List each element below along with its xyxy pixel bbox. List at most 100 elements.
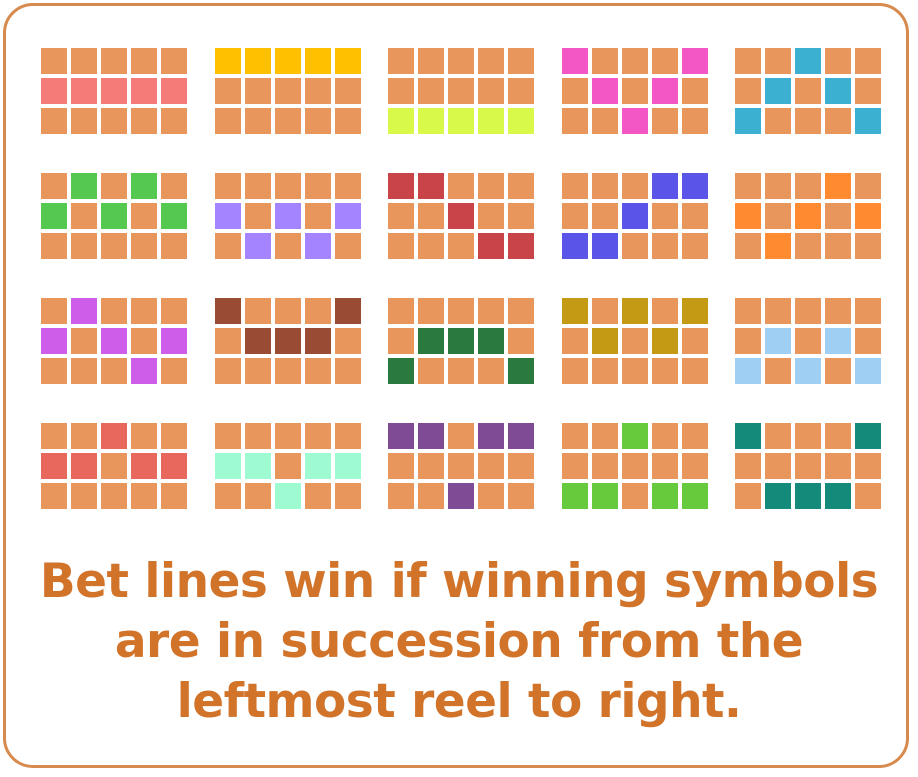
line-cell [621,453,648,479]
line-cell [765,108,791,134]
line-cell [765,423,791,449]
line-cell-active [795,483,821,509]
line-cell [735,78,761,104]
line-cell [244,298,271,324]
line-cell [508,298,534,324]
line-cell [101,173,127,199]
line-cell [561,78,588,104]
line-cell-active [161,203,187,229]
line-cell [131,483,157,509]
line-cell [651,233,678,259]
line-cell [795,423,821,449]
line-cell [41,483,67,509]
line-cell [244,203,271,229]
line-cell [304,78,331,104]
line-cell-active [274,328,301,354]
line-cell-active [418,108,444,134]
line-cell [101,358,127,384]
line-cell [561,453,588,479]
line-cell [765,453,791,479]
line-cell-active [825,483,851,509]
line-cell-active [591,328,618,354]
line-cell [131,233,157,259]
line-cell [478,173,504,199]
line-cell [41,173,67,199]
line-cell [41,48,67,74]
line-cell-active [304,328,331,354]
line-cell [101,48,127,74]
line-cell-active [274,483,301,509]
line-cell [304,483,331,509]
line-cell [561,423,588,449]
line-cell-active [41,328,67,354]
line-cell [418,78,444,104]
line-cell-active [621,203,648,229]
line-cell [418,298,444,324]
line-cell-active [418,173,444,199]
line-cell [735,453,761,479]
line-cell [101,108,127,134]
line-cell [621,78,648,104]
line-cell-active [71,173,97,199]
line-cell-active [131,358,157,384]
line-cell-active [214,298,241,324]
line-cell [334,233,361,259]
rules-caption: Bet lines win if winning symbols are in … [0,552,918,732]
line-cell-active [855,108,881,134]
line-cell-active [131,173,157,199]
line-cell-active [561,48,588,74]
line-cell-active [735,203,761,229]
line-cell-active [334,298,361,324]
bet-line-12 [214,298,361,388]
line-cell [418,483,444,509]
line-cell [448,173,474,199]
line-cell [825,203,851,229]
line-cell [508,78,534,104]
line-cell-active [508,423,534,449]
line-cell [214,328,241,354]
bet-lines-grid [41,48,881,518]
line-cell-active [161,78,187,104]
line-cell [304,298,331,324]
line-cell [508,328,534,354]
line-cell [735,48,761,74]
line-cell [274,453,301,479]
line-cell [214,173,241,199]
line-cell [765,48,791,74]
line-cell [161,483,187,509]
line-cell [131,328,157,354]
line-cell [591,358,618,384]
line-cell [508,203,534,229]
line-cell [274,233,301,259]
line-cell-active [41,203,67,229]
line-cell [735,233,761,259]
bet-line-3 [388,48,534,138]
line-cell-active [274,48,301,74]
line-cell-active [591,233,618,259]
line-cell [795,78,821,104]
line-cell [214,108,241,134]
line-cell-active [508,358,534,384]
line-cell-active [651,78,678,104]
line-cell-active [765,233,791,259]
line-cell [855,483,881,509]
line-cell [304,423,331,449]
line-cell-active [621,108,648,134]
bet-line-1 [41,48,187,138]
line-cell [71,483,97,509]
line-cell [621,483,648,509]
line-cell-active [795,203,821,229]
line-cell-active [244,233,271,259]
line-cell [621,328,648,354]
line-cell [591,173,618,199]
line-cell [795,328,821,354]
line-cell-active [735,423,761,449]
line-cell [825,453,851,479]
line-cell [765,358,791,384]
line-cell [418,358,444,384]
line-cell [448,453,474,479]
line-cell [561,108,588,134]
line-cell [418,48,444,74]
line-cell [274,358,301,384]
line-cell-active [448,203,474,229]
